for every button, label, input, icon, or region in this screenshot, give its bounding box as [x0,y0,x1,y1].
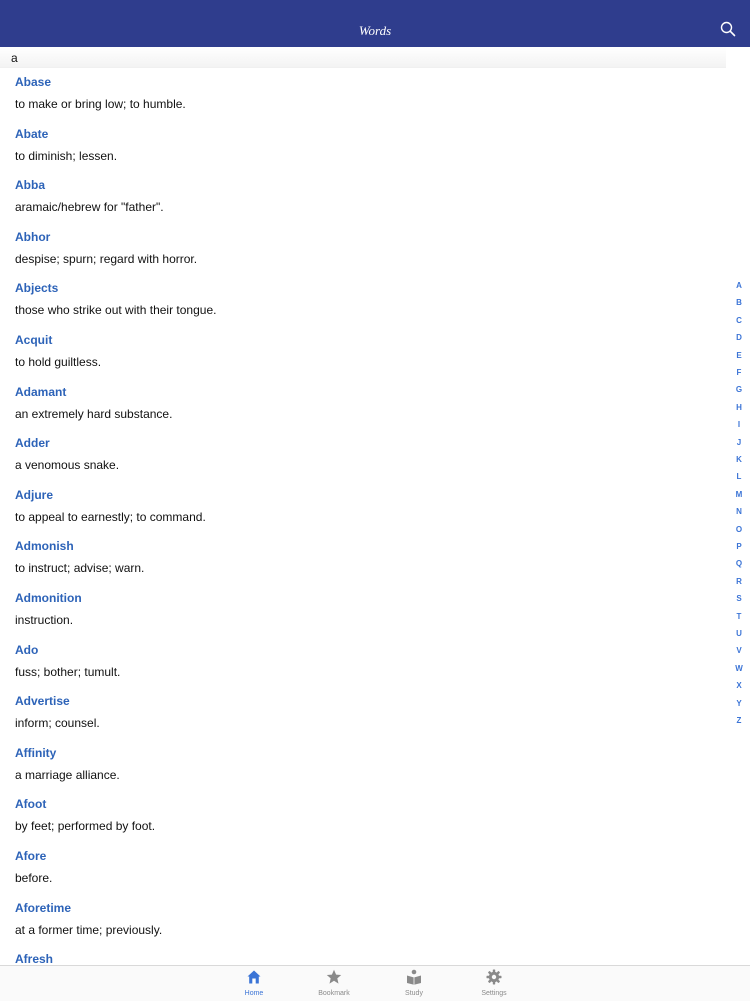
index-letter-n[interactable]: N [730,507,748,516]
index-letter-w[interactable]: W [730,664,748,673]
word-list-item[interactable]: Adjure to appeal to earnestly; to command… [0,480,728,532]
index-letter-y[interactable]: Y [730,699,748,708]
word-definition: to appeal to earnestly; to command. [15,509,206,524]
tab-study-label: Study [405,990,423,997]
tab-settings[interactable]: Settings [454,966,534,1001]
word-definition: aramaic/hebrew for "father". [15,200,164,215]
book-reader-icon [407,969,421,985]
word-list-item[interactable]: Acquit to hold guiltless. [0,325,728,377]
word-list[interactable]: Abase to make or bring low; to humble. Aba… [0,67,728,965]
word-list-item[interactable]: Aforetime at a former time; previously. [0,893,728,945]
word-definition: to hold guiltless. [15,355,102,369]
word-term: Abba [15,178,45,193]
index-letter-d[interactable]: D [730,333,748,342]
word-definition: to instruct; advise; warn. [15,561,145,576]
word-term: Admonish [15,539,74,554]
word-term: Ado [15,642,39,657]
index-letter-m[interactable]: M [730,490,748,499]
word-definition: to diminish; lessen. [15,148,118,163]
index-letter-a[interactable]: A [730,281,748,290]
word-list-item[interactable]: Abate to diminish; lessen. [0,119,728,171]
tab-study[interactable]: Study [374,966,454,1001]
word-definition: inform; counsel. [15,716,100,731]
word-term: Admonition [15,591,82,605]
index-letter-t[interactable]: T [730,612,748,621]
word-term: Acquit [15,333,53,347]
search-icon [720,21,736,37]
word-list-item[interactable]: Admonish to instruct; advise; warn. [0,531,728,583]
word-list-item[interactable]: Ado fuss; bother; tumult. [0,635,728,687]
index-letter-b[interactable]: B [730,298,748,307]
word-definition: fuss; bother; tumult. [15,664,121,679]
word-term: Afoot [15,797,47,812]
tab-bar: Home Bookmark Study Settings [0,965,750,1001]
word-list-item[interactable]: Affinity a marriage alliance. [0,738,728,790]
index-letter-c[interactable]: C [730,316,748,325]
tab-settings-label: Settings [481,990,507,997]
index-letter-s[interactable]: S [730,594,748,603]
word-list-item[interactable]: Abhor despise; spurn; regard with horror. [0,222,728,274]
tab-home[interactable]: Home [214,966,294,1001]
word-term: Abjects [15,281,59,296]
search-value: a [11,51,18,65]
word-term: Adder [15,436,50,451]
word-list-item[interactable]: Adamant an extremely hard substance. [0,377,728,429]
tab-bookmark[interactable]: Bookmark [294,966,374,1001]
index-letter-i[interactable]: I [730,420,748,429]
index-letter-l[interactable]: L [730,472,748,481]
star-icon [326,969,342,984]
word-list-item[interactable]: Afoot by feet; performed by foot. [0,789,728,841]
index-letter-q[interactable]: Q [730,559,748,568]
word-list-item[interactable]: Abjects those who strike out with their t… [0,273,728,325]
word-term: Advertise [15,694,70,709]
index-letter-k[interactable]: K [730,455,748,464]
word-definition: to make or bring low; to humble. [15,97,186,111]
word-term: Affinity [15,745,57,760]
index-letter-z[interactable]: Z [730,716,748,725]
word-term: Adamant [15,384,67,399]
word-term: Abase [15,75,52,89]
page-title: Words [358,23,392,38]
word-list-item[interactable]: Abase to make or bring low; to humble. [0,67,728,119]
word-definition: instruction. [15,613,74,627]
index-letter-x[interactable]: X [730,681,748,690]
word-term: Adjure [15,487,54,502]
tab-bookmark-label: Bookmark [318,990,350,997]
word-list-item[interactable]: Afresh [0,944,728,965]
navigation-bar: Words [0,0,750,47]
index-letter-e[interactable]: E [730,351,748,360]
word-term: Abhor [15,229,51,244]
word-definition: those who strike out with their tongue. [15,303,217,318]
index-letter-h[interactable]: H [730,403,748,412]
word-list-item[interactable]: Admonition instruction. [0,583,728,635]
word-definition: before. [15,871,53,885]
tab-home-label: Home [244,990,264,997]
index-letter-p[interactable]: P [730,542,748,551]
word-definition: a marriage alliance. [15,767,120,782]
word-definition: despise; spurn; regard with horror. [15,251,198,266]
word-term: Afresh [15,952,54,965]
gear-icon [486,969,502,985]
index-letter-r[interactable]: R [730,577,748,586]
index-letter-o[interactable]: O [730,525,748,534]
index-letter-v[interactable]: V [730,646,748,655]
word-term: Afore [15,849,47,863]
home-icon [247,970,261,984]
word-list-item[interactable]: Abba aramaic/hebrew for "father". [0,170,728,222]
search-button[interactable] [720,21,736,37]
search-input[interactable]: a [0,47,726,68]
word-term: Aforetime [15,900,72,915]
word-definition: a venomous snake. [15,458,120,473]
index-letter-f[interactable]: F [730,368,748,377]
index-letter-j[interactable]: J [730,438,748,447]
word-term: Abate [15,126,49,141]
word-definition: an extremely hard substance. [15,406,173,421]
word-list-item[interactable]: Adder a venomous snake. [0,428,728,480]
index-letter-g[interactable]: G [730,385,748,394]
word-definition: at a former time; previously. [15,922,163,937]
index-letter-u[interactable]: U [730,629,748,638]
word-list-item[interactable]: Afore before. [0,841,728,893]
word-definition: by feet; performed by foot. [15,819,156,834]
word-list-item[interactable]: Advertise inform; counsel. [0,686,728,738]
